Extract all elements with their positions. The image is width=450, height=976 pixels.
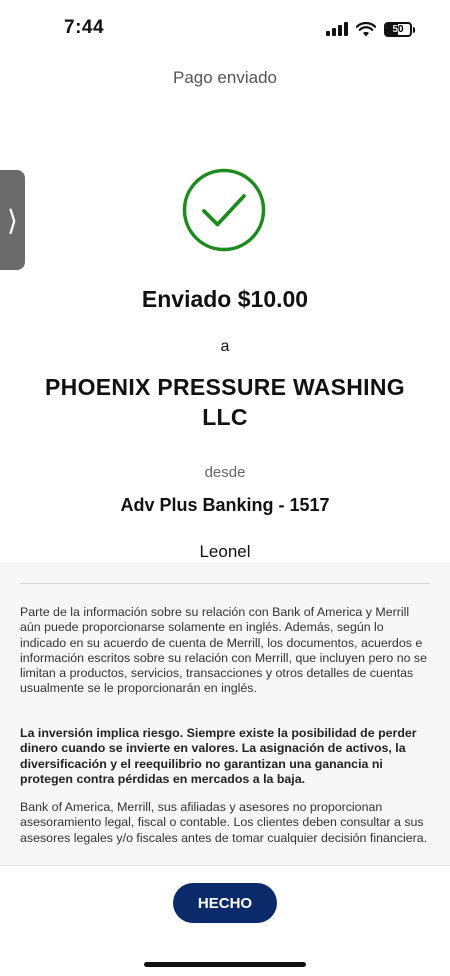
battery-level: 50 xyxy=(392,23,404,35)
disclosure-legal-advice: Bank of America, Merrill, sus afiliadas … xyxy=(20,800,428,845)
sent-amount: Enviado $10.00 xyxy=(141,286,309,312)
recipient-line-2: LLC xyxy=(202,404,248,430)
payer-name: Leonel xyxy=(199,542,251,561)
divider xyxy=(20,583,430,584)
side-tab-expand-button[interactable]: ⟩ xyxy=(0,170,25,270)
chevron-right-icon: ⟩ xyxy=(7,204,18,236)
battery-icon: 50 xyxy=(384,21,415,37)
wifi-icon xyxy=(356,21,376,36)
to-label: a xyxy=(220,338,230,355)
check-circle-icon xyxy=(182,168,266,252)
done-button[interactable]: HECHO xyxy=(173,883,277,923)
source-account: Adv Plus Banking - 1517 xyxy=(120,495,330,515)
home-indicator[interactable] xyxy=(144,962,306,967)
from-label: desde xyxy=(204,464,246,481)
status-icons: 50 xyxy=(326,21,415,37)
status-time: 7:44 xyxy=(64,17,105,38)
disclosure-language: Parte de la información sobre su relació… xyxy=(20,605,428,696)
page-title: Pago enviado xyxy=(173,68,277,87)
disclosure-panel: Parte de la información sobre su relació… xyxy=(0,562,450,865)
recipient-name: PHOENIX PRESSURE WASHING LLC xyxy=(30,372,420,432)
footer: HECHO xyxy=(0,865,450,976)
signal-icon xyxy=(326,22,348,36)
status-bar: 7:44 50 xyxy=(0,0,450,58)
recipient-line-1: PHOENIX PRESSURE WASHING xyxy=(45,374,405,400)
disclosure-investment-risk: La inversión implica riesgo. Siempre exi… xyxy=(20,726,417,786)
